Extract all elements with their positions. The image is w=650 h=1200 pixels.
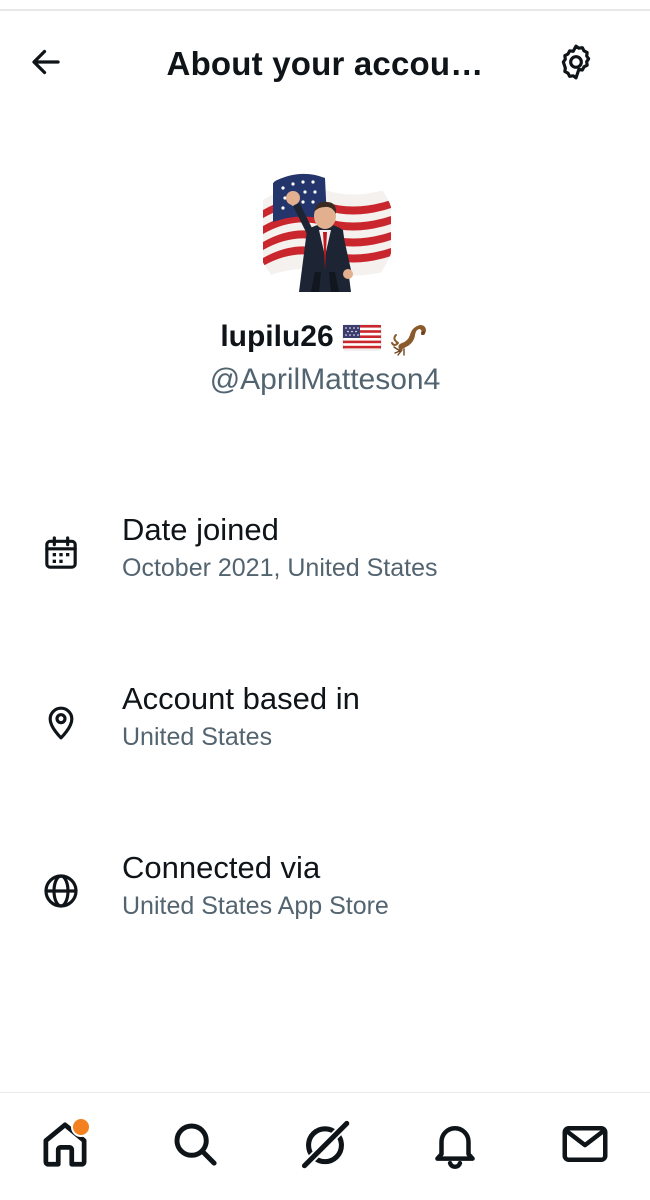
globe-icon [38, 868, 84, 914]
settings-button[interactable] [550, 42, 602, 86]
notification-dot [71, 1116, 91, 1137]
bottom-nav [0, 1093, 650, 1200]
location-pin-icon [38, 699, 84, 745]
grok-icon [296, 1115, 354, 1178]
info-item-account-based-in: Account based in United States [0, 675, 650, 765]
user-handle: @AprilMatteson4 [209, 363, 441, 396]
display-name: lupilu26 [220, 320, 334, 353]
display-name-row: lupilu26 [0, 314, 650, 360]
gear-icon [556, 42, 596, 87]
bell-icon [428, 1117, 482, 1176]
search-icon [168, 1117, 222, 1176]
info-title: Account based in [122, 681, 360, 716]
nav-search-button[interactable] [163, 1115, 227, 1179]
arrow-left-icon [28, 44, 64, 85]
nav-grok-button[interactable] [293, 1115, 357, 1179]
avatar[interactable] [255, 160, 395, 300]
top-divider [0, 9, 650, 11]
page-title: About your accou… [166, 45, 484, 82]
nav-notifications-button[interactable] [423, 1115, 487, 1179]
header: About your accou… [0, 20, 650, 108]
info-title: Date joined [122, 512, 279, 547]
info-value: United States [122, 723, 273, 751]
mail-icon [558, 1117, 612, 1176]
nav-home-button[interactable] [33, 1115, 97, 1179]
info-item-connected-via: Connected via United States App Store [0, 844, 650, 934]
flag-usa-icon [342, 317, 382, 357]
back-button[interactable] [28, 44, 84, 84]
calendar-icon [38, 530, 84, 576]
about-account-screen: About your accou… lupilu26 @AprilMatteso… [0, 0, 650, 1200]
info-title: Connected via [122, 850, 321, 885]
nav-messages-button[interactable] [553, 1115, 617, 1179]
info-item-date-joined: Date joined October 2021, United States [0, 506, 650, 596]
info-value: United States App Store [122, 892, 389, 920]
info-value: October 2021, United States [122, 554, 438, 582]
profile-block: lupilu26 @AprilMatteson4 [0, 160, 650, 400]
scorpion-icon [390, 317, 430, 357]
